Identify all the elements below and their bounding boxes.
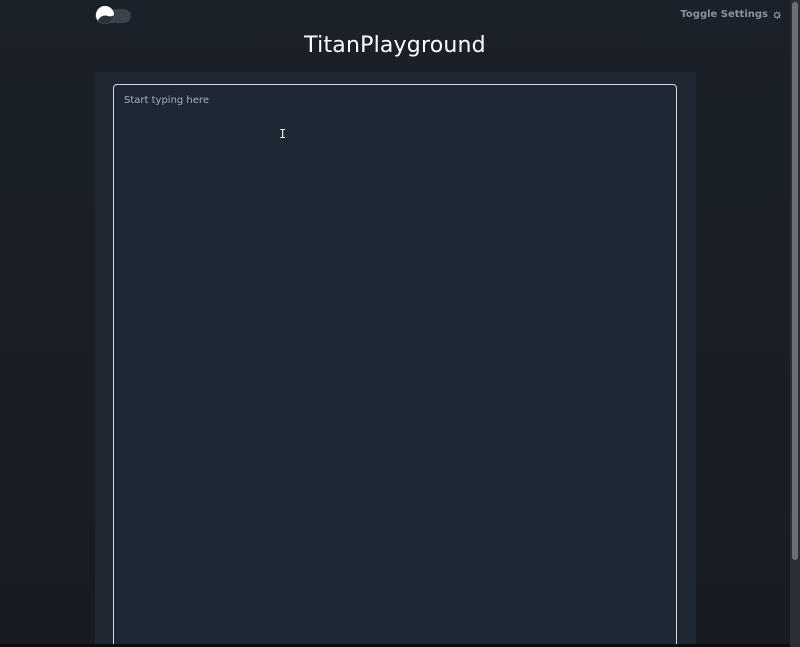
- editor-panel: [95, 72, 696, 647]
- top-bar: Toggle Settings: [0, 0, 790, 32]
- toggle-settings-label: Toggle Settings: [680, 9, 768, 20]
- scrollbar-thumb[interactable]: [792, 2, 798, 560]
- theme-toggle-switch[interactable]: [95, 6, 131, 24]
- half-moon-icon: [96, 6, 114, 24]
- page: Toggle Settings TitanPlayground I: [0, 0, 800, 647]
- toggle-settings-button[interactable]: Toggle Settings: [680, 9, 782, 20]
- text-editor[interactable]: [113, 84, 677, 647]
- gear-icon: [772, 10, 782, 20]
- page-scrollbar[interactable]: [790, 0, 800, 647]
- page-title: TitanPlayground: [304, 33, 486, 58]
